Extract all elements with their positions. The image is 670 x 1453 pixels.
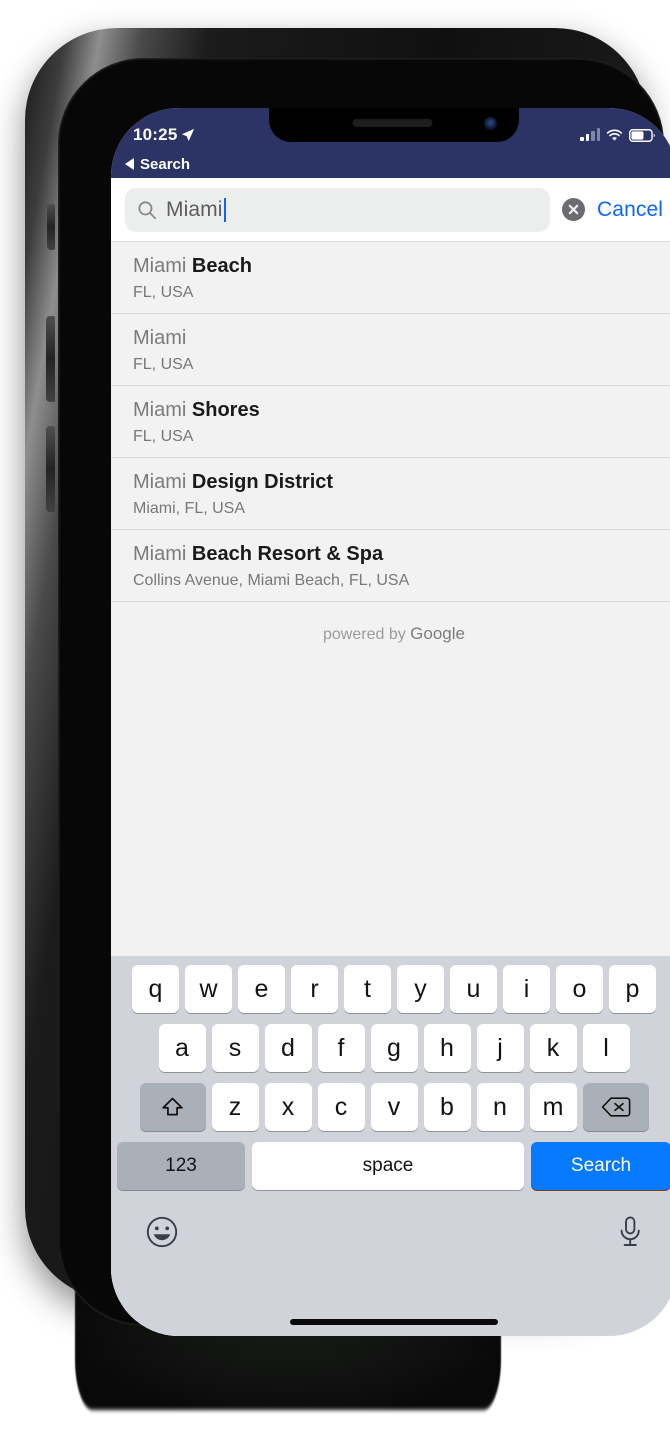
- search-query-text: Miami: [166, 197, 223, 221]
- key-k[interactable]: k: [529, 1024, 577, 1072]
- key-r[interactable]: r: [291, 965, 338, 1013]
- key-t[interactable]: t: [344, 965, 391, 1013]
- key-h[interactable]: h: [423, 1024, 471, 1072]
- search-input[interactable]: Miami: [125, 187, 551, 232]
- list-item[interactable]: Miami Shores FL, USA: [111, 386, 670, 458]
- attribution-brand: Google: [410, 624, 465, 643]
- list-item[interactable]: Miami Beach FL, USA: [111, 242, 670, 314]
- key-j[interactable]: j: [476, 1024, 524, 1072]
- mute-switch[interactable]: [47, 204, 55, 250]
- back-triangle-icon: [125, 158, 134, 170]
- key-s[interactable]: s: [211, 1024, 259, 1072]
- shift-arrow-icon: [162, 1097, 183, 1115]
- key-g[interactable]: g: [370, 1024, 418, 1072]
- volume-up-button[interactable]: [46, 316, 55, 402]
- text-cursor: [223, 197, 226, 222]
- key-w[interactable]: w: [185, 965, 232, 1013]
- wifi-icon: [606, 128, 623, 141]
- attribution-prefix: powered by: [323, 626, 411, 643]
- onscreen-keyboard: q w e r t y u i o p a s d f g h j k l z …: [111, 956, 670, 1336]
- key-p[interactable]: p: [609, 965, 656, 1013]
- keyboard-row-4: 123 space Search: [111, 1142, 670, 1190]
- powered-by-google-attribution: powered by Google: [111, 602, 670, 654]
- battery-icon: [629, 128, 655, 142]
- keyboard-utility-row: [111, 1201, 670, 1249]
- clear-search-button[interactable]: [562, 198, 586, 221]
- device-bezel: 10:25 Search Miami Cancel Miami Beach FL…: [58, 58, 670, 1336]
- result-title: Miami Beach Resort & Spa: [133, 542, 655, 567]
- key-l[interactable]: l: [582, 1024, 630, 1072]
- search-icon: [138, 200, 157, 219]
- key-o[interactable]: o: [556, 965, 603, 1013]
- key-v[interactable]: v: [370, 1083, 418, 1131]
- volume-down-button[interactable]: [46, 426, 55, 512]
- back-button[interactable]: Search: [125, 156, 190, 173]
- result-match-text: Miami: [133, 399, 187, 421]
- search-input-value: Miami: [166, 197, 226, 222]
- result-subtitle: FL, USA: [133, 428, 194, 445]
- microphone-icon[interactable]: [617, 1215, 643, 1249]
- result-match-text: Miami: [133, 327, 187, 349]
- status-indicators: [580, 117, 655, 142]
- search-bar: Miami Cancel: [111, 178, 670, 241]
- result-match-text: Miami: [133, 471, 187, 493]
- screenshot-stage: 10:25 Search Miami Cancel Miami Beach FL…: [0, 0, 670, 1453]
- result-subtitle: FL, USA: [133, 284, 194, 301]
- status-time-label: 10:25: [133, 125, 178, 144]
- keyboard-row-2: a s d f g h j k l: [111, 1024, 670, 1072]
- list-item[interactable]: Miami Beach Resort & Spa Collins Avenue,…: [111, 530, 670, 602]
- key-c[interactable]: c: [317, 1083, 365, 1131]
- key-q[interactable]: q: [132, 965, 179, 1013]
- result-subtitle: Miami, FL, USA: [133, 500, 246, 517]
- key-m[interactable]: m: [529, 1083, 577, 1131]
- home-indicator[interactable]: [290, 1319, 498, 1325]
- phone-screen: 10:25 Search Miami Cancel Miami Beach FL…: [111, 108, 670, 1336]
- backspace-icon: [601, 1097, 630, 1117]
- search-return-key[interactable]: Search: [531, 1142, 670, 1190]
- result-match-text: Miami: [133, 543, 187, 565]
- location-arrow-icon: [182, 128, 195, 142]
- result-title: Miami: [133, 326, 655, 351]
- result-title: Miami Design District: [133, 470, 655, 495]
- result-rest-text: Beach: [186, 255, 252, 277]
- navigation-bar: Search: [111, 150, 670, 178]
- key-n[interactable]: n: [476, 1083, 524, 1131]
- device-frame: 10:25 Search Miami Cancel Miami Beach FL…: [25, 28, 670, 1336]
- key-x[interactable]: x: [264, 1083, 312, 1131]
- backspace-key[interactable]: [582, 1083, 649, 1131]
- result-rest-text: Beach Resort & Spa: [186, 543, 384, 565]
- cancel-button[interactable]: Cancel: [597, 198, 663, 222]
- key-e[interactable]: e: [238, 965, 285, 1013]
- status-time-group: 10:25: [133, 113, 195, 145]
- shift-key[interactable]: [139, 1083, 206, 1131]
- earpiece-speaker: [352, 119, 433, 127]
- result-subtitle: FL, USA: [133, 356, 194, 373]
- list-item[interactable]: Miami FL, USA: [111, 314, 670, 386]
- result-subtitle: Collins Avenue, Miami Beach, FL, USA: [133, 572, 410, 589]
- key-z[interactable]: z: [211, 1083, 259, 1131]
- key-i[interactable]: i: [503, 965, 550, 1013]
- device-notch: [269, 108, 519, 142]
- numbers-key[interactable]: 123: [117, 1142, 245, 1190]
- key-u[interactable]: u: [450, 965, 497, 1013]
- front-camera: [484, 117, 497, 130]
- key-a[interactable]: a: [158, 1024, 206, 1072]
- key-f[interactable]: f: [317, 1024, 365, 1072]
- key-b[interactable]: b: [423, 1083, 471, 1131]
- result-title: Miami Shores: [133, 398, 655, 423]
- emoji-smiley-icon[interactable]: [145, 1215, 179, 1249]
- cellular-signal-icon: [580, 128, 600, 141]
- clear-circle-icon: [568, 204, 579, 215]
- result-title: Miami Beach: [133, 254, 655, 279]
- keyboard-row-3: z x c v b n m: [111, 1083, 670, 1131]
- result-rest-text: Design District: [186, 471, 334, 493]
- list-item[interactable]: Miami Design District Miami, FL, USA: [111, 458, 670, 530]
- space-key[interactable]: space: [252, 1142, 524, 1190]
- key-y[interactable]: y: [397, 965, 444, 1013]
- result-match-text: Miami: [133, 255, 187, 277]
- result-rest-text: Shores: [186, 399, 260, 421]
- key-d[interactable]: d: [264, 1024, 312, 1072]
- keyboard-row-1: q w e r t y u i o p: [111, 965, 670, 1013]
- back-button-label: Search: [140, 155, 191, 173]
